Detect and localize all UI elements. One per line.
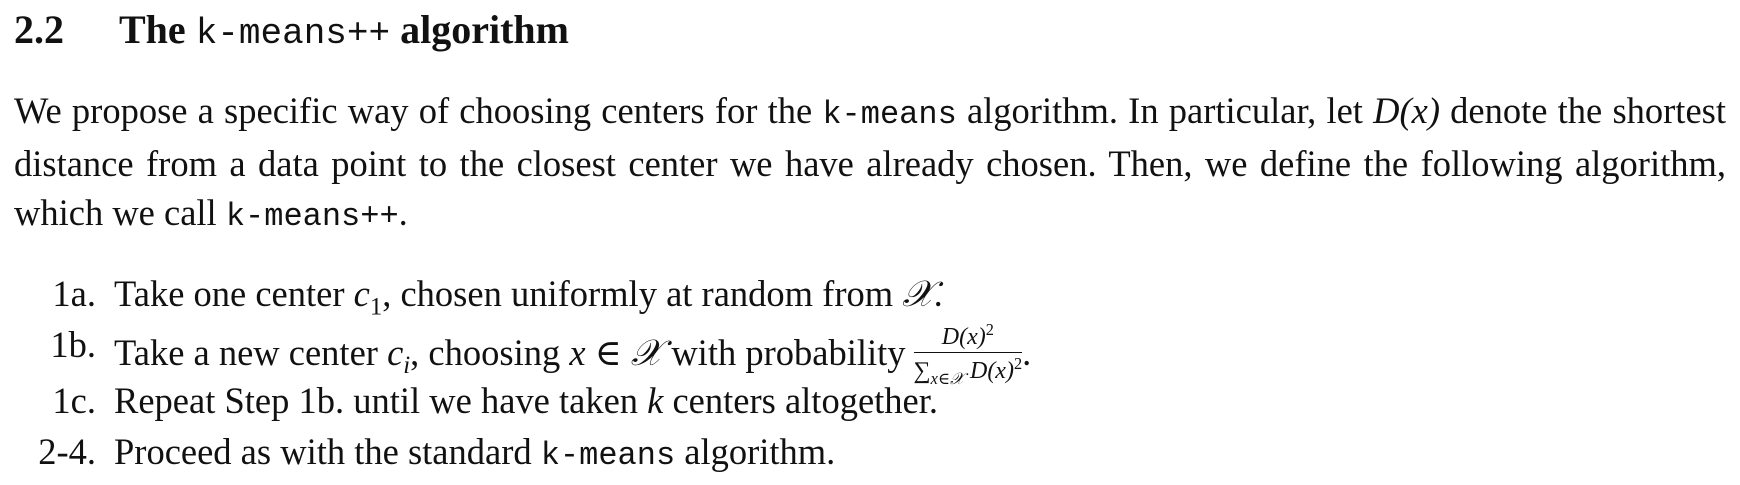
step-body: Repeat Step 1b. until we have taken k ce…	[114, 379, 938, 422]
numerator-exponent: 2	[985, 320, 994, 339]
step-label: 2-4.	[38, 431, 96, 472]
denominator-exponent: 2	[1013, 354, 1023, 374]
step-text: , chosen uniformly at random from	[382, 273, 903, 314]
step-text: Proceed as with the standard	[114, 431, 541, 472]
math-subscript: 1	[369, 293, 383, 321]
step-text: Take one center	[114, 273, 354, 314]
numerator-expr: D(x)	[941, 324, 986, 350]
section-title-code: k-means++	[195, 13, 391, 54]
step-text: Repeat Step 1b. until we have taken	[114, 380, 648, 421]
step-code: k-means	[540, 437, 676, 474]
step-body: Take one center c1, chosen uniformly at …	[114, 272, 943, 321]
intro-code-kmeanspp: k-means++	[225, 198, 399, 235]
intro-paragraph: We propose a specific way of choosing ce…	[14, 86, 1726, 241]
intro-code-kmeans: k-means	[822, 96, 957, 133]
step-label: 1a.	[52, 273, 96, 314]
intro-text-1: We propose a specific way of choosing ce…	[14, 90, 823, 131]
step-text: Take a new center	[114, 331, 388, 373]
step-text: centers altogether.	[663, 380, 939, 421]
intro-text-2: algorithm. In particular, let	[956, 90, 1374, 131]
section-number: 2.2	[14, 7, 64, 52]
step-text: with probability	[662, 331, 906, 373]
section-title-start: The	[119, 7, 196, 52]
math-expr: x ∈ 𝒳	[569, 331, 663, 373]
step-text: .	[933, 273, 943, 314]
math-var: c	[387, 331, 404, 373]
step-label: 1b.	[50, 324, 96, 365]
step-text: , choosing	[410, 331, 570, 373]
step-label: 1c.	[52, 380, 96, 421]
step-text: algorithm.	[675, 431, 836, 472]
fraction-numerator: D(x)2	[913, 320, 1023, 354]
step-body: Proceed as with the standard k-means alg…	[114, 430, 835, 474]
math-set: 𝒳	[902, 273, 934, 314]
math-var: c	[353, 273, 370, 314]
intro-text-4: .	[398, 192, 408, 233]
section-heading: 2.2 The k-means++ algorithm	[14, 6, 569, 55]
section-title-end: algorithm	[390, 7, 569, 52]
math-var: k	[647, 380, 664, 421]
step-text: .	[1022, 331, 1032, 373]
denominator-expr: D(x)	[963, 358, 1014, 385]
intro-math-dx: D(x)	[1373, 90, 1440, 131]
